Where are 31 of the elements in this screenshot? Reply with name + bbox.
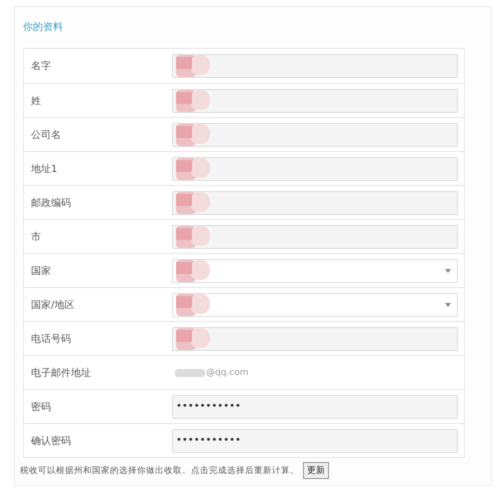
field-label: 邮政编码 xyxy=(30,196,72,210)
password-field[interactable]: ••••••••••• xyxy=(172,394,458,418)
field-label: 电话号码 xyxy=(30,332,72,346)
text-field[interactable] xyxy=(172,54,458,78)
text-field[interactable] xyxy=(172,156,458,180)
update-button[interactable]: 更新 xyxy=(303,462,329,479)
text-field[interactable] xyxy=(172,190,458,214)
field-label: 密码 xyxy=(30,400,52,414)
password-dots: ••••••••••• xyxy=(176,401,241,412)
caret-icon xyxy=(445,268,451,272)
field-label: 公司名 xyxy=(30,128,62,142)
dropdown-field[interactable] xyxy=(172,258,458,282)
text-field[interactable] xyxy=(172,122,458,146)
email-value: @qq.com xyxy=(206,368,249,378)
field-label: 国家/地区 xyxy=(30,298,76,312)
field-label: 市 xyxy=(30,230,42,244)
field-label: 名字 xyxy=(30,60,52,73)
field-label: 国家 xyxy=(30,264,52,278)
text-field[interactable] xyxy=(172,326,458,350)
password-dots: ••••••••••• xyxy=(176,435,241,446)
dropdown-field[interactable] xyxy=(172,292,458,316)
caret-icon xyxy=(445,302,451,306)
tax-note: 税收可以根据州和国家的选择你做出收取。点击完成选择后重新计算。 xyxy=(20,464,299,476)
field-label: 确认密码 xyxy=(30,434,72,448)
section-title: 你的资料 xyxy=(23,20,63,34)
text-field[interactable] xyxy=(172,88,458,112)
field-label: 地址1 xyxy=(30,162,58,176)
text-field[interactable] xyxy=(172,224,458,248)
password-field[interactable]: ••••••••••• xyxy=(172,428,458,452)
field-label: 电子邮件地址 xyxy=(30,366,92,380)
field-label: 姓 xyxy=(30,94,42,108)
